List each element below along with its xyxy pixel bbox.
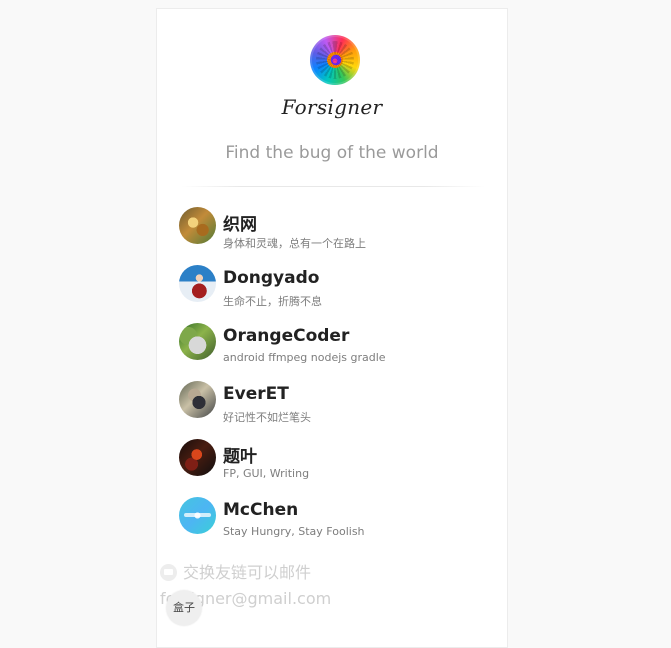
- friend-avatar: [179, 439, 216, 476]
- friend-name[interactable]: EverET: [223, 384, 289, 404]
- friend-description: 好记性不如烂笔头: [223, 411, 311, 424]
- friend-avatar: [179, 381, 216, 418]
- box-button[interactable]: 盒子: [166, 590, 202, 626]
- friend-description: Stay Hungry, Stay Foolish: [223, 525, 365, 538]
- section-divider: [181, 186, 485, 187]
- friend-avatar: [179, 207, 216, 244]
- friend-name[interactable]: Dongyado: [223, 268, 319, 288]
- mail-icon: [160, 564, 177, 581]
- friend-name[interactable]: 题叶: [223, 442, 257, 467]
- site-avatar[interactable]: [310, 35, 360, 85]
- site-title[interactable]: Forsigner: [157, 95, 507, 119]
- contact-label: 交换友链可以邮件: [183, 563, 312, 582]
- friend-link-item[interactable]: McChen Stay Hungry, Stay Foolish: [179, 497, 479, 555]
- friend-link-item[interactable]: 题叶 FP, GUI, Writing: [179, 439, 479, 497]
- friend-link-item[interactable]: 织网 身体和灵魂，总有一个在路上: [179, 207, 479, 265]
- friend-link-item[interactable]: OrangeCoder android ffmpeg nodejs gradle: [179, 323, 479, 381]
- friend-name[interactable]: 织网: [223, 210, 257, 235]
- friend-link-item[interactable]: EverET 好记性不如烂笔头: [179, 381, 479, 439]
- friend-links-list: 织网 身体和灵魂，总有一个在路上 Dongyado 生命不止，折腾不息 Oran…: [179, 207, 479, 555]
- friend-description: FP, GUI, Writing: [223, 467, 310, 480]
- friend-avatar: [179, 323, 216, 360]
- friend-description: android ffmpeg nodejs gradle: [223, 351, 386, 364]
- profile-card: Forsigner Find the bug of the world 织网 身…: [156, 8, 508, 648]
- friend-description: 身体和灵魂，总有一个在路上: [223, 237, 366, 250]
- friend-name[interactable]: McChen: [223, 500, 298, 520]
- site-subtitle: Find the bug of the world: [225, 143, 439, 163]
- friend-name[interactable]: OrangeCoder: [223, 326, 349, 346]
- friend-link-item[interactable]: Dongyado 生命不止，折腾不息: [179, 265, 479, 323]
- friend-avatar: [179, 265, 216, 302]
- friend-avatar: [179, 497, 216, 534]
- friend-description: 生命不止，折腾不息: [223, 295, 322, 308]
- contact-line-1: 交换友链可以邮件: [160, 561, 311, 585]
